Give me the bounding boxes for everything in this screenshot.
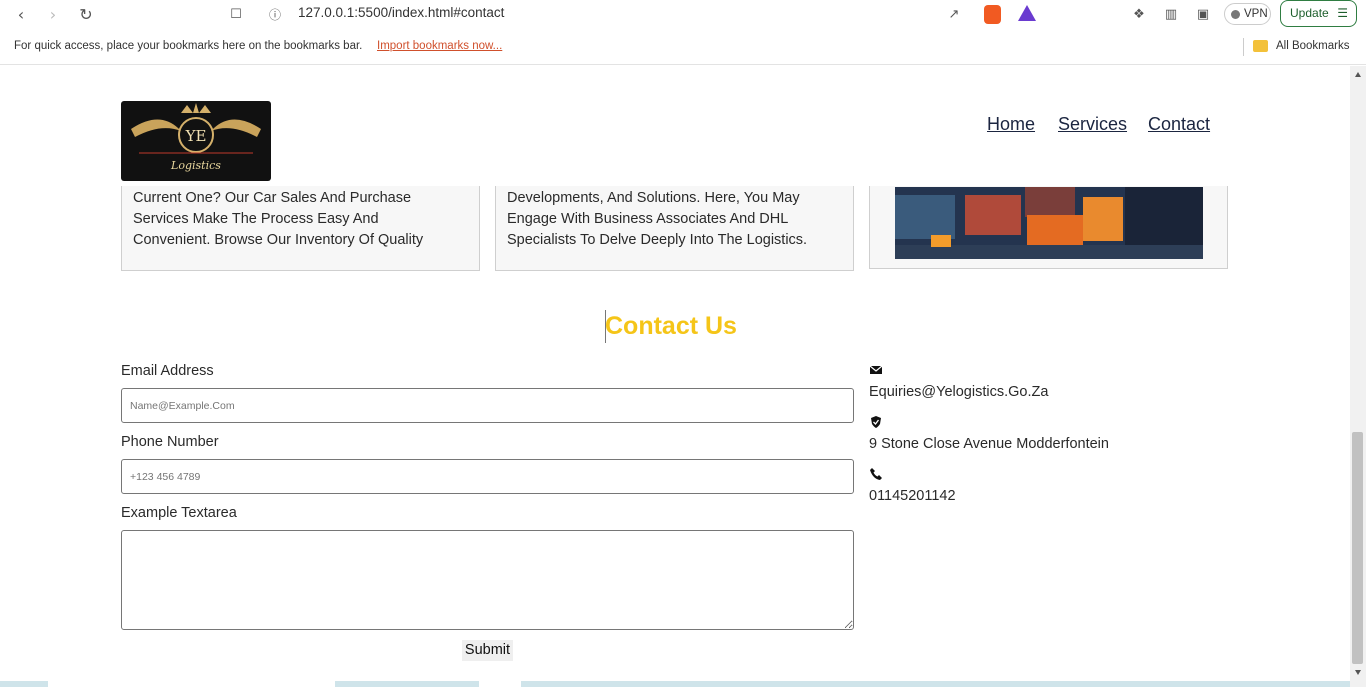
nav-contact-link[interactable]: Contact: [1148, 114, 1210, 135]
card-line: Services Make The Process Easy And: [133, 211, 379, 227]
contact-title: Contact Us: [605, 312, 737, 340]
reload-icon[interactable]: ↻: [75, 4, 97, 26]
card-line: Current One? Our Car Sales And Purchase: [133, 190, 412, 206]
site-info-icon[interactable]: ⓘ: [264, 4, 286, 26]
brave-shield-icon[interactable]: [984, 5, 1001, 24]
textarea-label: Example Textarea: [121, 505, 237, 521]
extensions-icon[interactable]: ❖: [1128, 4, 1150, 26]
phone-icon: [870, 468, 882, 480]
update-label: Update: [1290, 6, 1329, 20]
svg-text:YE: YE: [185, 127, 207, 145]
submit-button[interactable]: Submit: [462, 640, 513, 661]
folder-icon: [1253, 40, 1268, 52]
sidebar-icon[interactable]: ▥: [1160, 4, 1182, 26]
service-card: Current One? Our Car Sales And Purchase …: [121, 186, 480, 271]
divider: [1243, 38, 1244, 56]
card-line: Specialists To Delve Deeply Into The Log…: [507, 232, 808, 248]
back-icon[interactable]: ‹: [10, 4, 32, 26]
share-icon[interactable]: ↗: [943, 4, 965, 26]
envelope-icon: [869, 365, 883, 374]
contact-address: 9 Stone Close Avenue Modderfontein: [869, 436, 1109, 452]
vpn-label: VPN: [1244, 8, 1268, 20]
browser-toolbar: ‹ › ↻ ☐ ⓘ 127.0.0.1:5500/index.html#cont…: [0, 0, 1366, 30]
contact-phone: 01145201142: [869, 488, 956, 504]
nav-home-link[interactable]: Home: [987, 114, 1035, 135]
card-text: Developments, And Solutions. Here, You M…: [507, 188, 807, 251]
logo-graphic: YE Logistics: [131, 103, 261, 172]
url-text[interactable]: 127.0.0.1:5500/index.html#contact: [298, 5, 504, 20]
service-card: [869, 186, 1228, 269]
bookmarks-bar: For quick access, place your bookmarks h…: [0, 30, 1366, 65]
contact-email: Equiries@Yelogistics.Go.Za: [869, 384, 1049, 400]
update-button[interactable]: Update ☰: [1280, 0, 1357, 27]
card-line: Convenient. Browse Our Inventory Of Qual…: [133, 232, 424, 248]
page-viewport: YE Logistics Home Services Contact Curre…: [0, 66, 1350, 687]
phone-label: Phone Number: [121, 434, 219, 450]
card-line: Engage With Business Associates And DHL: [507, 211, 789, 227]
all-bookmarks-button[interactable]: All Bookmarks: [1276, 40, 1350, 52]
logistics-image: [895, 187, 1203, 259]
vpn-button[interactable]: VPN: [1224, 3, 1271, 25]
bookmark-icon[interactable]: ☐: [225, 4, 247, 26]
email-label: Email Address: [121, 363, 214, 379]
scroll-up-icon[interactable]: [1355, 72, 1361, 77]
card-line: Developments, And Solutions. Here, You M…: [507, 190, 800, 206]
site-logo[interactable]: YE Logistics: [121, 101, 271, 181]
forward-icon[interactable]: ›: [42, 4, 64, 26]
wallet-icon[interactable]: ▣: [1192, 4, 1214, 26]
service-card: Developments, And Solutions. Here, You M…: [495, 186, 854, 271]
message-textarea[interactable]: [121, 530, 854, 630]
email-field[interactable]: [121, 388, 854, 423]
brave-rewards-icon[interactable]: [1018, 5, 1036, 21]
scroll-down-icon[interactable]: [1355, 670, 1361, 675]
svg-text:Logistics: Logistics: [170, 159, 221, 172]
footer-block: [48, 681, 335, 687]
location-icon: [871, 416, 881, 428]
bookmarks-prompt: For quick access, place your bookmarks h…: [14, 40, 363, 52]
footer-block: [479, 681, 521, 687]
card-text: Current One? Our Car Sales And Purchase …: [133, 188, 423, 251]
phone-field[interactable]: [121, 459, 854, 494]
footer-strip: [0, 681, 1350, 687]
nav-services-link[interactable]: Services: [1058, 114, 1127, 135]
scroll-thumb[interactable]: [1352, 432, 1363, 664]
menu-icon: ☰: [1337, 6, 1348, 20]
vpn-status-icon: [1231, 10, 1240, 19]
import-bookmarks-link[interactable]: Import bookmarks now...: [377, 40, 502, 52]
